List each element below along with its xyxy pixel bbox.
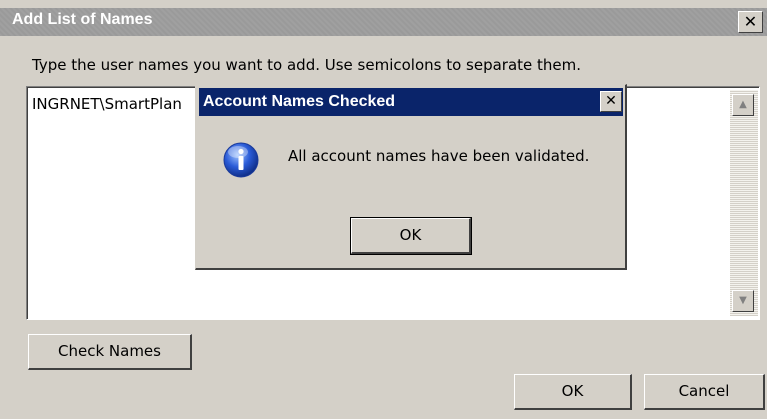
message-dialog-titlebar[interactable]: Account Names Checked ✕ <box>199 88 623 116</box>
check-names-button[interactable]: Check Names <box>28 334 192 370</box>
scroll-down-button[interactable]: ▼ <box>732 290 754 312</box>
outer-dialog-title: Add List of Names <box>12 11 153 28</box>
message-text: All account names have been validated. <box>288 147 590 165</box>
message-close-button[interactable]: ✕ <box>600 91 622 112</box>
info-icon <box>223 142 259 178</box>
names-value: INGRNET\SmartPlan <box>32 95 182 113</box>
scroll-up-button[interactable]: ▲ <box>732 94 754 116</box>
scroll-down-icon: ▼ <box>739 295 747 306</box>
cancel-button[interactable]: Cancel <box>644 374 765 410</box>
vertical-scrollbar[interactable]: ▲ ▼ <box>730 90 758 316</box>
close-icon: ✕ <box>605 93 617 109</box>
instruction-text: Type the user names you want to add. Use… <box>32 56 582 74</box>
outer-close-button[interactable]: ✕ <box>738 11 763 33</box>
message-dialog-title: Account Names Checked <box>203 93 396 110</box>
message-ok-button[interactable]: OK <box>350 217 472 255</box>
account-names-checked-dialog: Account Names Checked ✕ All account name… <box>195 84 627 270</box>
scroll-up-icon: ▲ <box>739 99 747 110</box>
ok-button[interactable]: OK <box>514 374 632 410</box>
close-icon: ✕ <box>743 12 758 31</box>
